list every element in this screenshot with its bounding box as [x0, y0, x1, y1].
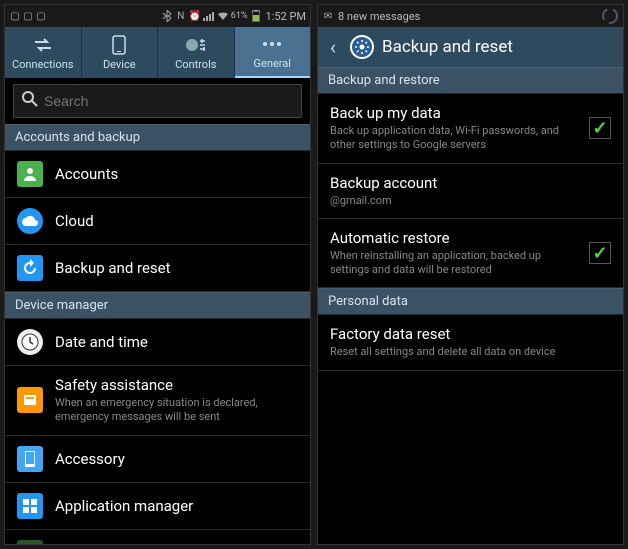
accessory-icon — [17, 446, 43, 472]
item-label: Back up my data — [330, 104, 577, 122]
page-title: Backup and reset — [382, 37, 513, 57]
connections-icon — [32, 34, 54, 56]
sync-icon — [601, 7, 619, 25]
item-label: Date and time — [55, 333, 298, 351]
bluetooth-icon — [161, 10, 173, 22]
title-bar: ‹ Backup and reset — [318, 27, 623, 67]
item-sub: When an emergency situation is declared,… — [55, 396, 298, 425]
search-input[interactable] — [44, 93, 293, 109]
item-label: Accessory — [55, 450, 298, 468]
section-header: Accounts and backup — [5, 124, 310, 151]
section-header: Personal data — [318, 288, 623, 315]
item-auto-restore[interactable]: Automatic restore When reinstalling an a… — [318, 219, 623, 289]
search-bar[interactable] — [13, 84, 302, 118]
checkbox[interactable]: ✓ — [589, 242, 611, 264]
item-sub: Reset all settings and delete all data o… — [330, 345, 611, 359]
tab-label: General — [254, 57, 291, 70]
device-icon — [108, 34, 130, 56]
item-factory-reset[interactable]: Factory data reset Reset all settings an… — [318, 315, 623, 370]
wifi-icon — [217, 10, 229, 22]
tab-label: Connections — [12, 58, 73, 71]
battery-icon — [250, 10, 262, 22]
nfc-icon: N — [175, 10, 187, 22]
status-bar: ✉ 8 new messages — [318, 5, 623, 27]
section-header: Device manager — [5, 292, 310, 319]
clock: 1:52 PM — [266, 10, 306, 23]
tab-label: Device — [103, 58, 136, 71]
item-battery[interactable]: Battery — [5, 530, 310, 544]
safety-icon — [17, 387, 43, 413]
status-bar: ▢ ▢ ▢ N ⏰ 61% 1:52 PM — [5, 5, 310, 27]
item-sub: When reinstalling an application, backed… — [330, 249, 577, 278]
alarm-icon: ⏰ — [189, 10, 201, 22]
notif-icon: ▢ — [22, 10, 34, 22]
signal-icon — [203, 10, 215, 22]
item-label: Backup account — [330, 174, 611, 192]
item-sub: Back up application data, Wi-Fi password… — [330, 124, 577, 153]
clock-icon — [17, 329, 43, 355]
battery-percent: 61% — [231, 11, 248, 21]
tab-connections[interactable]: Connections — [5, 27, 82, 78]
item-label: Backup and reset — [55, 259, 298, 277]
item-accounts[interactable]: Accounts — [5, 151, 310, 198]
item-date-time[interactable]: Date and time — [5, 319, 310, 366]
tab-label: Controls — [175, 58, 216, 71]
item-safety[interactable]: Safety assistance When an emergency situ… — [5, 366, 310, 436]
settings-tabs: Connections Device Controls General — [5, 27, 310, 78]
item-accessory[interactable]: Accessory — [5, 436, 310, 483]
item-label: Cloud — [55, 212, 298, 230]
item-sub: @gmail.com — [330, 194, 611, 208]
search-icon — [22, 91, 38, 111]
battery-icon — [17, 540, 43, 544]
tab-controls[interactable]: Controls — [158, 27, 235, 78]
tab-general[interactable]: General — [235, 27, 311, 78]
cloud-icon — [17, 208, 43, 234]
controls-icon — [185, 34, 207, 56]
item-backup-my-data[interactable]: Back up my data Back up application data… — [318, 94, 623, 164]
checkbox[interactable]: ✓ — [589, 117, 611, 139]
gear-icon — [350, 35, 374, 59]
item-backup-account[interactable]: Backup account @gmail.com — [318, 164, 623, 219]
item-backup-reset[interactable]: Backup and reset — [5, 245, 310, 292]
settings-general-screen: ▢ ▢ ▢ N ⏰ 61% 1:52 PM — [4, 4, 311, 545]
item-label: Application manager — [55, 497, 298, 515]
back-icon[interactable]: ‹ — [324, 35, 342, 59]
notif-icon: ▢ — [9, 10, 21, 22]
general-icon — [261, 33, 283, 55]
item-label: Factory data reset — [330, 325, 611, 343]
section-header: Backup and restore — [318, 67, 623, 94]
apps-icon — [17, 493, 43, 519]
notification-text: 8 new messages — [338, 10, 420, 23]
item-label: Safety assistance — [55, 376, 298, 394]
backup-icon — [17, 255, 43, 281]
item-label: Automatic restore — [330, 229, 577, 247]
notif-icon: ▢ — [35, 10, 47, 22]
backup-reset-screen: ✉ 8 new messages ‹ Backup and reset Back… — [317, 4, 624, 545]
item-label: Accounts — [55, 165, 298, 183]
accounts-icon — [17, 161, 43, 187]
tab-device[interactable]: Device — [82, 27, 159, 78]
item-app-manager[interactable]: Application manager — [5, 483, 310, 530]
item-cloud[interactable]: Cloud — [5, 198, 310, 245]
messages-icon: ✉ — [322, 10, 334, 22]
